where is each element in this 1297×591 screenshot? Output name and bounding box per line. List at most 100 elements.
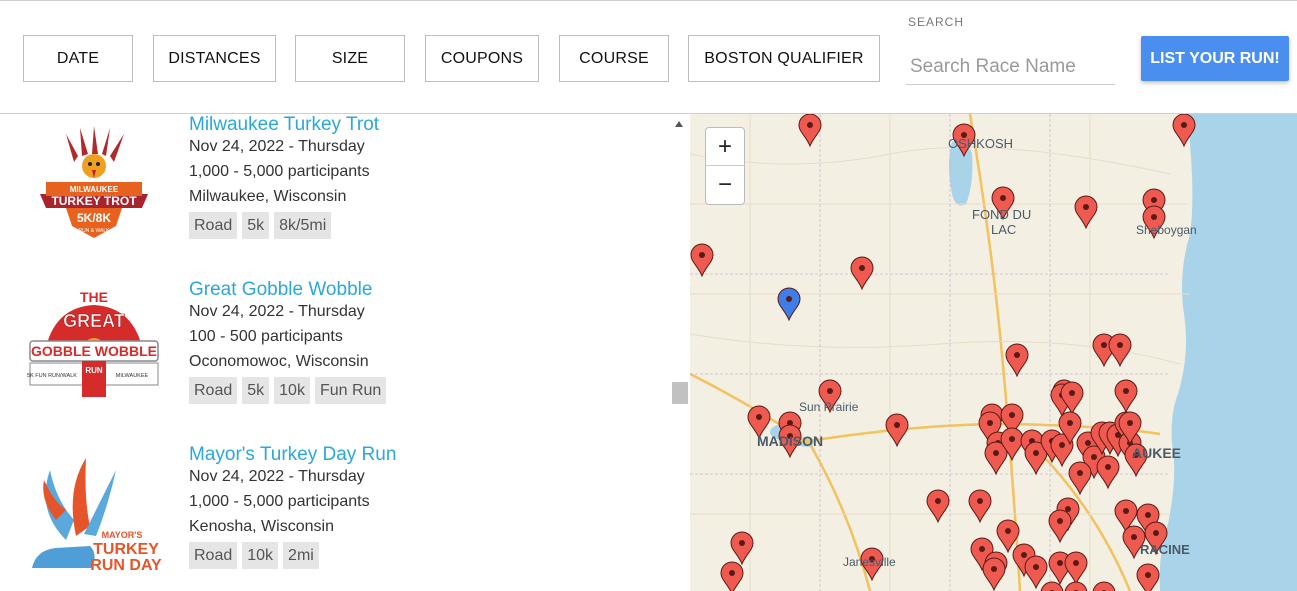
map-marker-dot — [1057, 518, 1063, 524]
logo-text: MILWAUKEE — [116, 373, 149, 379]
race-size: 1,000 - 5,000 participants — [189, 493, 370, 510]
logo-text: 5K/8K — [77, 211, 111, 225]
race-item[interactable]: MILWAUKEE TURKEY TROT 5K/8K RUN & WALK M… — [0, 114, 670, 260]
map-marker[interactable] — [1005, 343, 1029, 378]
map-marker[interactable] — [720, 561, 744, 591]
race-title-link[interactable]: Milwaukee Turkey Trot — [189, 114, 379, 136]
zoom-in-button[interactable]: + — [706, 128, 744, 166]
map-marker-dot — [786, 296, 792, 302]
search-input[interactable] — [906, 49, 1115, 85]
race-item[interactable]: THE GREAT GOBBLE WOBBLE 5K FUN RUN/WALK … — [0, 265, 670, 425]
race-item[interactable]: MAYOR'S TURKEY RUN DAY Mayor's Turkey Da… — [0, 430, 670, 590]
race-tags: Road 5k 10k Fun Run — [189, 377, 387, 404]
distances-filter-button[interactable]: DISTANCES — [153, 35, 276, 82]
zoom-control: + − — [705, 127, 745, 205]
tag-road: Road — [189, 377, 238, 404]
great-gobble-wobble-logo: THE GREAT GOBBLE WOBBLE 5K FUN RUN/WALK … — [27, 289, 159, 397]
map-marker[interactable] — [1048, 509, 1072, 544]
tag-10k: 10k — [274, 377, 310, 404]
zoom-out-button[interactable]: − — [706, 166, 744, 204]
map-marker[interactable] — [1024, 555, 1048, 590]
map-marker[interactable] — [982, 557, 1006, 591]
map-marker-dot — [1073, 560, 1079, 566]
place-label: OSHKOSH — [948, 136, 1013, 151]
map-marker-dot — [1067, 420, 1073, 426]
map-marker[interactable] — [926, 489, 950, 524]
map-marker-dot — [1105, 464, 1111, 470]
race-title-link[interactable]: Mayor's Turkey Day Run — [189, 444, 396, 466]
map-marker[interactable] — [1096, 455, 1120, 490]
map-marker-dot — [1021, 552, 1027, 558]
map-marker-dot — [1014, 352, 1020, 358]
tag-5k: 5k — [242, 212, 270, 239]
map-marker[interactable] — [1064, 551, 1088, 586]
map-marker-dot — [1083, 204, 1089, 210]
map-marker[interactable] — [690, 243, 714, 278]
map-marker-dot — [987, 420, 993, 426]
map-marker-dot — [1057, 560, 1063, 566]
map-canvas: OSHKOSH FOND DU LAC Sheboygan Sun Prairi… — [690, 114, 1297, 591]
logo-text: THE — [80, 289, 108, 305]
mayors-turkey-day-run-logo: MAYOR'S TURKEY RUN DAY — [32, 458, 162, 574]
map-marker[interactable] — [968, 489, 992, 524]
map-marker[interactable] — [885, 413, 909, 448]
place-label: MADISON — [757, 433, 823, 449]
map-marker-dot — [729, 570, 735, 576]
map-marker-dot — [1005, 528, 1011, 534]
race-tags: Road 5k 8k/5mi — [189, 212, 332, 239]
scroll-up-arrow-icon[interactable] — [675, 121, 683, 127]
map-marker-dot — [739, 540, 745, 546]
map-marker-dot — [1123, 508, 1129, 514]
tag-8k: 8k/5mi — [274, 212, 332, 239]
coupons-filter-button[interactable]: COUPONS — [425, 35, 539, 82]
logo-text: GOBBLE WOBBLE — [31, 343, 157, 359]
race-date: Nov 24, 2022 - Thursday — [189, 468, 365, 485]
list-your-run-button[interactable]: LIST YOUR RUN! — [1141, 36, 1289, 81]
map-marker-dot — [1085, 440, 1091, 446]
place-label: Sheboygan — [1136, 223, 1197, 237]
list-scrollbar[interactable] — [670, 114, 690, 591]
boston-qualifier-filter-button[interactable]: BOSTON QUALIFIER — [688, 35, 880, 82]
map-marker[interactable] — [1108, 333, 1132, 368]
race-location: Milwaukee, Wisconsin — [189, 188, 347, 205]
place-label: RACINE — [1140, 542, 1190, 557]
map-marker-dot — [1117, 342, 1123, 348]
map-marker-dot — [756, 414, 762, 420]
size-filter-button[interactable]: SIZE — [295, 35, 405, 82]
race-date: Nov 24, 2022 - Thursday — [189, 138, 365, 155]
map-marker-dot — [894, 422, 900, 428]
map-marker[interactable] — [1092, 581, 1116, 591]
map-marker[interactable] — [1114, 379, 1138, 414]
race-location: Kenosha, Wisconsin — [189, 518, 334, 535]
map-marker-dot — [1033, 450, 1039, 456]
tag-fun-run: Fun Run — [314, 377, 387, 404]
course-filter-button[interactable]: COURSE — [559, 35, 669, 82]
map-marker[interactable] — [1074, 195, 1098, 230]
scrollbar-thumb[interactable] — [672, 382, 688, 404]
logo-text: RUN — [85, 366, 103, 375]
map-marker[interactable] — [798, 114, 822, 148]
race-title-link[interactable]: Great Gobble Wobble — [189, 279, 372, 301]
search-label: SEARCH — [908, 15, 965, 29]
tag-10k: 10k — [242, 542, 279, 569]
selected-map-marker[interactable] — [777, 287, 801, 322]
race-map[interactable]: OSHKOSH FOND DU LAC Sheboygan Sun Prairi… — [690, 114, 1297, 591]
map-marker-dot — [977, 498, 983, 504]
tag-5k: 5k — [242, 377, 270, 404]
map-marker-dot — [993, 450, 999, 456]
race-list: MILWAUKEE TURKEY TROT 5K/8K RUN & WALK M… — [0, 114, 670, 591]
place-label: LAC — [991, 222, 1016, 237]
map-marker-dot — [1181, 122, 1187, 128]
map-marker-dot — [1145, 572, 1151, 578]
tag-2mi: 2mi — [283, 542, 319, 569]
race-size: 1,000 - 5,000 participants — [189, 163, 370, 180]
map-marker[interactable] — [850, 256, 874, 291]
logo-text: RUN & WALK — [79, 228, 111, 234]
map-marker-dot — [1153, 530, 1159, 536]
map-marker-dot — [1101, 342, 1107, 348]
place-label: FOND DU — [972, 207, 1031, 222]
map-marker-dot — [1000, 195, 1006, 201]
filter-bar: DATE DISTANCES SIZE COUPONS COURSE BOSTO… — [0, 0, 1297, 114]
date-filter-button[interactable]: DATE — [23, 35, 133, 82]
map-marker[interactable] — [1064, 581, 1088, 591]
